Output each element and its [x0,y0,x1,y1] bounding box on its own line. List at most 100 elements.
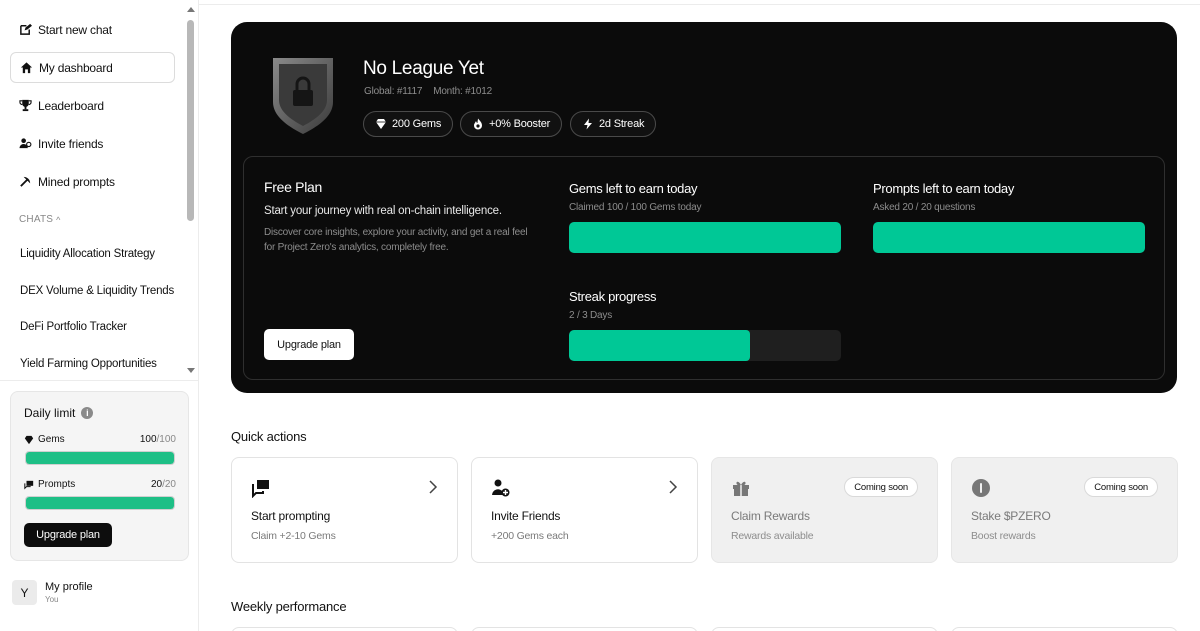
scroll-up-arrow[interactable] [187,7,195,12]
sidebar: Start new chat My dashboard Leaderboard … [0,0,199,631]
trophy-icon [19,99,32,112]
streak-progress-fill [569,330,751,361]
prompts-limit-row: Prompts 20/20 [24,479,176,490]
sidebar-item-my-dashboard[interactable]: My dashboard [10,52,175,83]
profile-sub: You [45,595,59,604]
qa-title: Stake $PZERO [971,509,1051,523]
gems-pill: 200 Gems [363,111,454,137]
gems-limit-fill [26,452,174,464]
chevron-right-icon [429,480,438,494]
gems-metric-sub: Claimed 100 / 100 Gems today [569,202,702,213]
prompts-metric-sub: Asked 20 / 20 questions [873,202,976,213]
chevron-right-icon [669,480,678,494]
sidebar-item-label: Mined prompts [38,174,115,189]
sidebar-nav: Start new chat My dashboard Leaderboard … [0,0,199,380]
gems-limit-label: Gems [38,434,65,445]
sidebar-upgrade-button[interactable]: Upgrade plan [24,523,112,547]
home-icon [20,61,33,74]
sidebar-item-invite-friends[interactable]: Invite friends [10,128,175,159]
bolt-icon [584,118,592,130]
weekly-card [951,627,1178,631]
pickaxe-icon [19,175,32,188]
info-icon[interactable]: i [81,407,94,419]
qa-subtitle: Boost rewards [971,530,1036,542]
gems-pill-label: 200 Gems [392,118,442,130]
plan-box: Free Plan Start your journey with real o… [243,156,1165,380]
weekly-card [471,627,698,631]
daily-limit-title: Daily limit i [24,406,94,420]
hero-upgrade-button[interactable]: Upgrade plan [264,329,354,360]
gift-icon [733,481,749,496]
prompts-limit-bar [25,496,175,510]
chats-header-label: CHATS [19,214,54,225]
booster-pill-label: +0% Booster [489,118,551,130]
gems-progress-fill [569,222,841,253]
plan-title: Free Plan [264,179,322,195]
sidebar-item-label: Invite friends [38,136,104,151]
gems-used: 100 [139,434,157,445]
avatar: Y [12,580,37,605]
flame-icon [474,118,482,130]
qa-title: Claim Rewards [731,509,810,523]
chat-item[interactable]: Liquidity Allocation Strategy [20,248,155,260]
chats-section-toggle[interactable]: CHATS ^ [19,214,61,225]
sidebar-item-label: Start new chat [38,22,112,37]
daily-limit-card: Daily limit i Gems 100/100 Prompts 20/20… [10,391,189,561]
users-icon [19,137,32,150]
gems-limit-bar [25,451,175,465]
coming-soon-badge: Coming soon [1084,477,1158,497]
invite-friends-card[interactable]: Invite Friends +200 Gems each [471,457,698,563]
sidebar-item-leaderboard[interactable]: Leaderboard [10,90,175,121]
start-prompting-card[interactable]: Start prompting Claim +2-10 Gems [231,457,458,563]
scroll-down-arrow[interactable] [187,368,195,373]
gems-max: /100 [156,434,176,445]
qa-subtitle: +200 Gems each [491,530,569,542]
gems-progress-bar [569,222,841,253]
sidebar-divider [0,380,199,381]
stake-pzero-card: Coming soon Stake $PZERO Boost rewards [951,457,1178,563]
chat-item[interactable]: DeFi Portfolio Tracker [20,321,127,333]
claim-rewards-card: Coming soon Claim Rewards Rewards availa… [711,457,938,563]
chat-item[interactable]: DEX Volume & Liquidity Trends [20,285,174,297]
gem-icon [24,435,34,444]
qa-subtitle: Claim +2-10 Gems [251,530,336,542]
prompts-used: 20 [150,479,163,490]
plan-subtitle: Start your journey with real on-chain in… [264,205,502,217]
weekly-performance-title: Weekly performance [231,599,347,614]
sidebar-item-mined-prompts[interactable]: Mined prompts [10,166,175,197]
global-rank: Global: #1117 [364,86,423,97]
quick-actions-title: Quick actions [231,429,307,444]
edit-icon [19,23,32,36]
gem-icon [376,119,386,129]
booster-pill: +0% Booster [460,111,563,137]
sidebar-scrollbar-thumb[interactable] [187,20,194,221]
plan-description: Discover core insights, explore your act… [264,227,528,253]
weekly-card [711,627,938,631]
gems-limit-row: Gems 100/100 [24,434,176,445]
league-hero-card: No League Yet Global: #1117 Month: #1012 … [231,22,1177,393]
prompts-metric-title: Prompts left to earn today [873,181,1015,196]
prompts-progress-bar [873,222,1145,253]
streak-progress-bar [569,330,841,361]
sidebar-item-start-new-chat[interactable]: Start new chat [10,14,175,45]
profile-name: My profile [45,581,93,593]
daily-limit-label: Daily limit [24,406,76,420]
league-title: No League Yet [363,58,484,79]
coming-soon-badge: Coming soon [844,477,918,497]
prompts-max: /20 [162,479,176,490]
top-divider [199,4,1200,5]
add-user-icon [492,479,510,497]
streak-pill-label: 2d Streak [599,118,645,130]
streak-metric-title: Streak progress [569,289,657,304]
qa-title: Start prompting [251,509,331,523]
qa-subtitle: Rewards available [731,530,814,542]
streak-metric-sub: 2 / 3 Days [569,310,613,321]
sidebar-item-label: My dashboard [39,60,113,75]
weekly-card [231,627,458,631]
profile-menu[interactable]: Y My profile You [12,580,93,605]
league-ranks: Global: #1117 Month: #1012 [364,86,492,97]
chat-icon [252,480,269,498]
sidebar-item-label: Leaderboard [38,98,104,113]
prompts-limit-label: Prompts [38,479,76,490]
chat-item[interactable]: Yield Farming Opportunities [20,358,157,370]
